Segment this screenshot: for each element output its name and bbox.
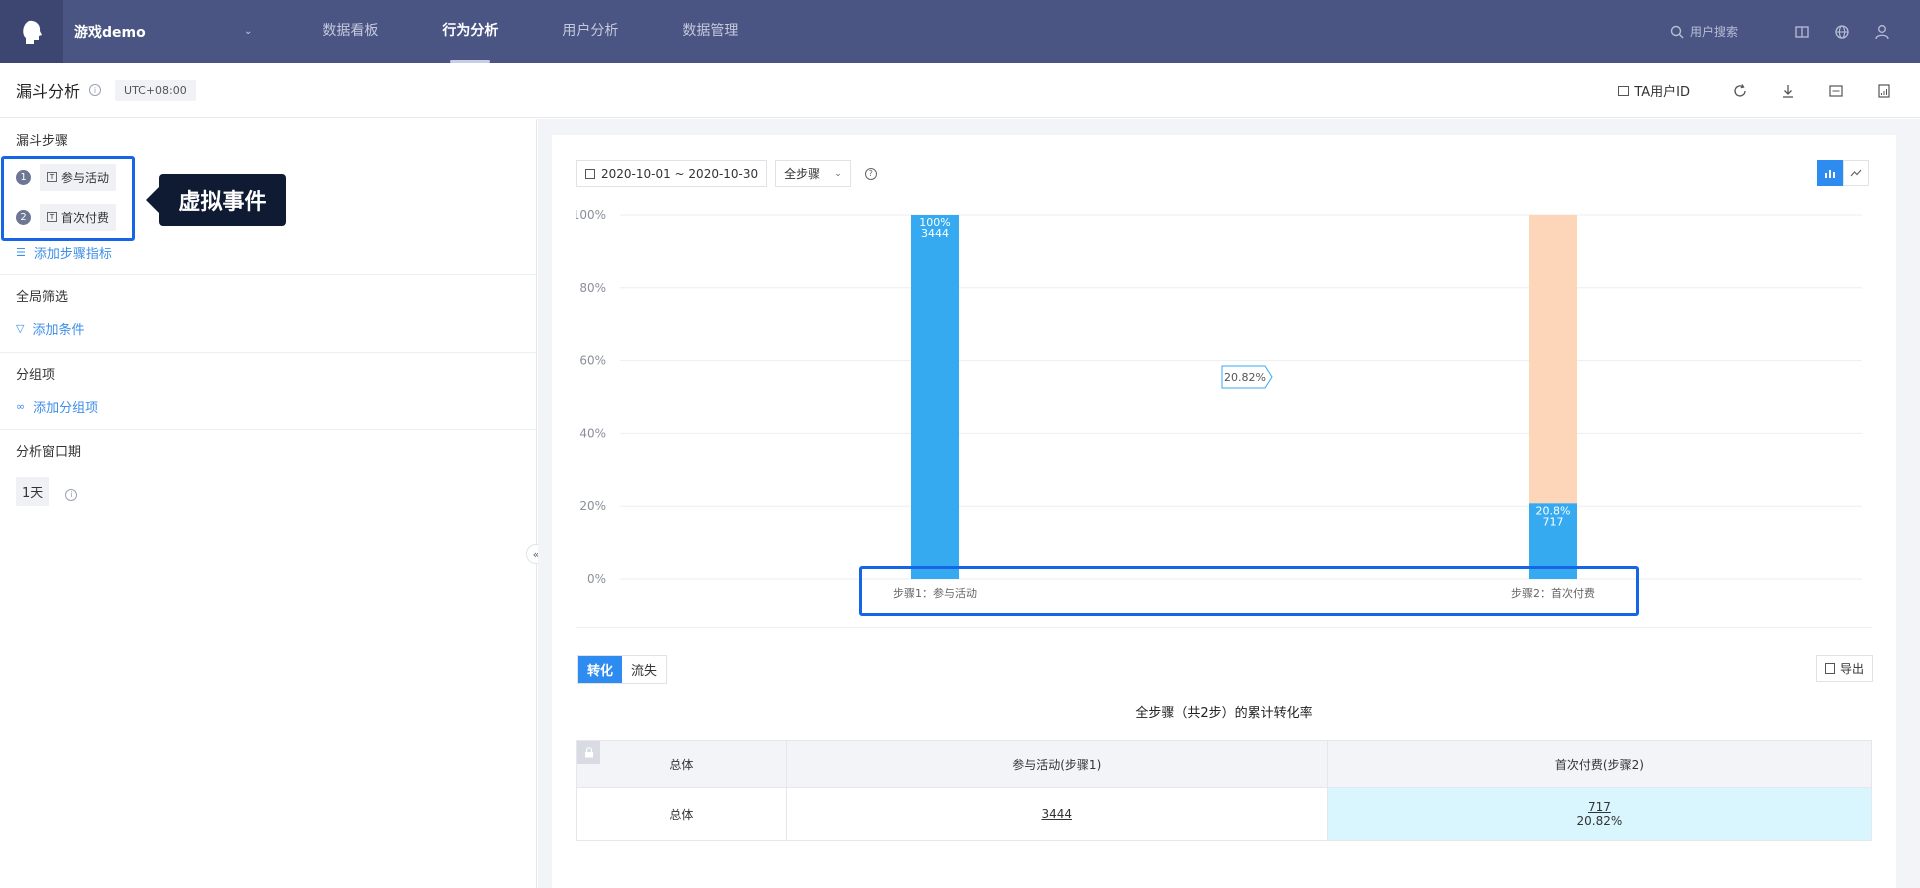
conversion-table: 总体 参与活动(步骤1) 首次付费(步骤2) 总体 3444 717 20.82…: [576, 740, 1872, 841]
export-label: 导出: [1840, 662, 1865, 676]
highlight-box: [1, 156, 135, 241]
annotation-callout: 虚拟事件: [146, 174, 286, 226]
search-placeholder: 用户搜索: [1689, 25, 1738, 39]
step-select-value: 全步骤: [784, 167, 821, 181]
table-header-row: 总体 参与活动(步骤1) 首次付费(步骤2): [577, 741, 1871, 788]
funnel-chart: 0%20%40%60%80%100%100%3444步骤1：参与活动20.8%7…: [576, 208, 1862, 600]
table-caption: 全步骤（共2步）的累计转化率: [1135, 706, 1313, 721]
table-row: 总体 3444 717 20.82%: [577, 788, 1871, 840]
tab-behavior-analysis[interactable]: 行为分析: [410, 0, 530, 63]
tab-churn[interactable]: 流失: [622, 656, 666, 683]
globe-icon[interactable]: [1822, 24, 1862, 39]
project-name[interactable]: 游戏demo: [74, 22, 244, 42]
download-icon[interactable]: [1764, 84, 1812, 98]
chart-toolbar: 2020-10-01 ~ 2020-10-30 全步骤 ⌄ ?: [576, 160, 877, 187]
date-range-picker[interactable]: 2020-10-01 ~ 2020-10-30: [576, 160, 768, 187]
info-icon[interactable]: i: [65, 488, 78, 501]
chevron-down-icon: ⌄: [834, 168, 842, 179]
header-cell: 首次付费(步骤2): [1554, 757, 1644, 772]
result-tabs: 转化 流失: [577, 655, 668, 684]
line-chart-view-button[interactable]: [1843, 160, 1869, 186]
export-button[interactable]: 导出: [1816, 655, 1874, 682]
list-icon: ☰: [16, 245, 26, 259]
timezone-badge[interactable]: UTC+08:00: [115, 79, 196, 101]
funnel-bar: [911, 215, 959, 579]
global-filter-section: 全局筛选 ▽ 添加条件: [0, 275, 536, 353]
add-step-metric-link[interactable]: ☰ 添加步骤指标: [16, 237, 536, 267]
group-section: 分组项 ∞ 添加分组项: [0, 353, 536, 430]
highlight-box: [859, 566, 1639, 616]
y-tick-label: 100%: [576, 208, 606, 222]
window-section: 分析窗口期 1天 i: [0, 430, 536, 506]
step-select[interactable]: 全步骤 ⌄: [775, 160, 851, 187]
step1-count-link[interactable]: 3444: [1041, 807, 1072, 821]
chevron-down-icon[interactable]: ⌄: [244, 26, 252, 37]
lock-icon[interactable]: [577, 741, 600, 764]
export-icon: [1825, 663, 1835, 674]
group-icon: ∞: [16, 399, 26, 413]
logo[interactable]: [0, 0, 63, 63]
calendar-icon: [585, 168, 595, 179]
global-filter-title: 全局筛选: [16, 290, 69, 305]
date-range-value: 2020-10-01 ~ 2020-10-30: [601, 166, 759, 181]
sql-icon[interactable]: [1812, 84, 1860, 97]
page-title: 漏斗分析: [16, 82, 81, 101]
report-icon[interactable]: [1860, 83, 1908, 98]
divider: [576, 627, 1872, 628]
window-title: 分析窗口期: [16, 445, 82, 460]
book-icon[interactable]: [1782, 25, 1822, 38]
filter-icon: ▽: [16, 321, 25, 335]
top-nav-bar: 游戏demo ⌄ 数据看板 行为分析 用户分析 数据管理 用户搜索: [0, 0, 1920, 63]
step2-cell: 717 20.82%: [1327, 788, 1871, 840]
y-tick-label: 0%: [587, 572, 606, 586]
funnel-steps-title: 漏斗步骤: [16, 134, 69, 149]
add-group-link[interactable]: ∞ 添加分组项: [16, 391, 536, 421]
ta-user-id-label: TA用户ID: [1634, 85, 1690, 100]
id-card-icon: [1618, 85, 1630, 96]
logo-head-icon: [22, 20, 42, 44]
line-chart-icon: [1850, 169, 1862, 177]
chart-view-toggle: [1817, 160, 1869, 186]
step2-rate: 20.82%: [1576, 814, 1623, 828]
row-label: 总体: [577, 788, 787, 840]
step2-count-link[interactable]: 717: [1588, 800, 1611, 814]
left-config-panel: 漏斗步骤 1 T 参与活动 2 T 首次付费 ☰ 添加步骤指标 全局筛选 ▽ 添…: [0, 119, 537, 888]
add-condition-link[interactable]: ▽ 添加条件: [16, 313, 536, 343]
search-icon: [1670, 25, 1684, 38]
step1-count-cell: 3444: [787, 788, 1328, 840]
group-title: 分组项: [16, 368, 56, 383]
bar-chart-view-button[interactable]: [1817, 160, 1843, 186]
bar-chart-icon: [1825, 170, 1835, 178]
help-icon[interactable]: ?: [864, 167, 877, 180]
y-tick-label: 20%: [579, 499, 606, 513]
bar-count-label: 717: [1543, 515, 1564, 528]
add-group-label: 添加分组项: [33, 400, 99, 416]
header-cell: 总体: [577, 741, 787, 787]
tab-dashboard[interactable]: 数据看板: [290, 0, 410, 63]
funnel-remainder-bar: [1529, 215, 1577, 504]
refresh-icon[interactable]: [1716, 83, 1764, 98]
window-period-select[interactable]: 1天: [16, 477, 50, 506]
tab-user-analysis[interactable]: 用户分析: [530, 0, 650, 63]
conversion-rate-label: 20.82%: [1224, 371, 1266, 384]
ta-user-id-button[interactable]: TA用户ID: [1618, 81, 1690, 100]
add-step-metric-label: 添加步骤指标: [33, 246, 112, 262]
page-header: 漏斗分析 i UTC+08:00 TA用户ID: [0, 63, 1920, 118]
tab-data-management[interactable]: 数据管理: [650, 0, 770, 63]
user-avatar-icon[interactable]: [1862, 24, 1902, 40]
add-condition-label: 添加条件: [32, 322, 85, 338]
user-search[interactable]: 用户搜索: [1670, 23, 1738, 40]
y-tick-label: 40%: [579, 426, 606, 440]
bar-count-label: 3444: [921, 227, 949, 240]
y-tick-label: 60%: [579, 354, 606, 368]
header-cell: 参与活动(步骤1): [787, 741, 1328, 787]
y-tick-label: 80%: [579, 281, 606, 295]
tab-conversion[interactable]: 转化: [578, 656, 623, 683]
info-icon[interactable]: i: [89, 84, 102, 96]
